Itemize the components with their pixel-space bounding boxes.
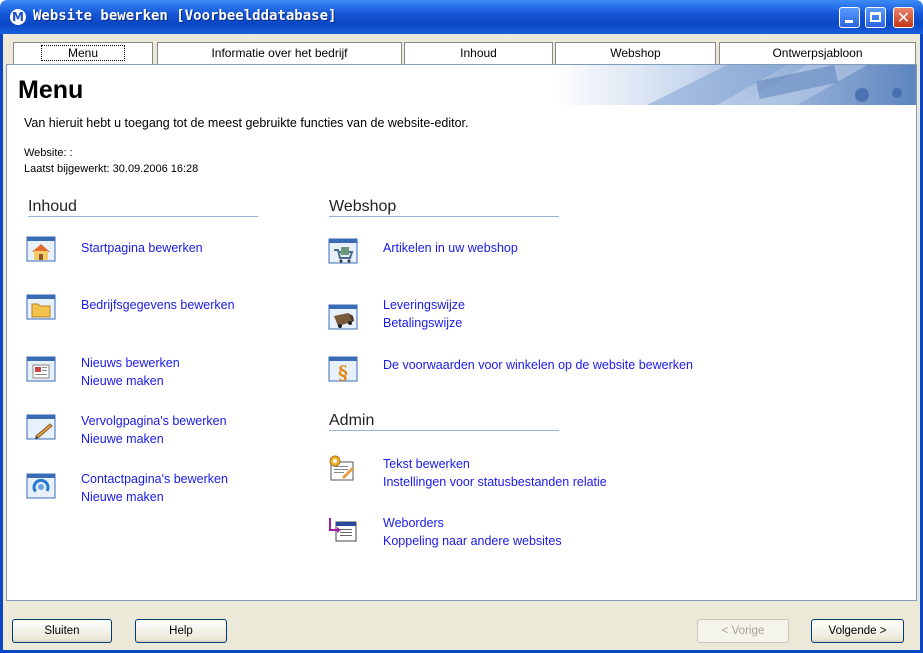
tab-label: Ontwerpsjabloon (772, 46, 863, 60)
tab-label: Menu (40, 45, 126, 61)
section-heading-webshop: Webshop (329, 198, 397, 215)
previous-button-label: < Vorige (721, 625, 765, 637)
help-button-label: Help (169, 625, 193, 637)
weborders-icon[interactable] (328, 516, 358, 542)
page-title: Menu (18, 76, 84, 104)
tab-webshop[interactable]: Webshop (555, 42, 716, 64)
section-divider (28, 216, 258, 217)
section-heading-inhoud: Inhoud (28, 198, 77, 215)
truck-icon[interactable] (328, 304, 358, 330)
website-label: Website: : (24, 147, 73, 159)
minimize-button[interactable] (839, 7, 860, 28)
svg-text:§: § (338, 362, 348, 382)
contact-icon[interactable] (26, 473, 56, 499)
link-weborders[interactable]: Weborders (383, 516, 444, 530)
tab-label: Informatie over het bedrijf (211, 46, 348, 60)
window-title: Website bewerken [Voorbeelddatabase] (33, 8, 337, 24)
close-button-label: Sluiten (44, 625, 80, 637)
section-heading-admin: Admin (329, 412, 375, 429)
link-bedrijfsgegevens-bewerken[interactable]: Bedrijfsgegevens bewerken (81, 298, 235, 312)
close-button[interactable]: Sluiten (12, 619, 112, 643)
tab-label: Inhoud (460, 46, 497, 60)
minimize-icon (845, 20, 853, 23)
link-contactpaginas-nieuwe-maken[interactable]: Nieuwe maken (81, 490, 164, 504)
close-window-button[interactable]: ✕ (893, 7, 914, 28)
last-updated-label: Laatst bijgewerkt: 30.09.2006 16:28 (24, 163, 199, 175)
settings-doc-icon[interactable] (328, 455, 358, 481)
app-logo-icon: M (10, 9, 26, 25)
link-contactpaginas-bewerken[interactable]: Contactpagina's bewerken (81, 472, 228, 486)
close-icon: ✕ (896, 8, 911, 27)
link-artikelen-webshop[interactable]: Artikelen in uw webshop (383, 241, 518, 255)
previous-button[interactable]: < Vorige (697, 619, 789, 643)
title-bar: M Website bewerken [Voorbeelddatabase] ✕ (0, 0, 923, 34)
newspaper-icon[interactable] (26, 356, 56, 382)
header-banner (7, 65, 916, 105)
next-button-label: Volgende > (828, 625, 887, 637)
house-icon[interactable] (26, 236, 56, 262)
intro-text: Van hieruit hebt u toegang tot de meest … (24, 116, 469, 130)
link-instellingen-statusbestanden[interactable]: Instellingen voor statusbestanden relati… (383, 475, 607, 489)
section-divider (329, 216, 559, 217)
link-leveringswijze[interactable]: Leveringswijze (383, 298, 465, 312)
maximize-icon (870, 12, 881, 22)
folder-icon[interactable] (26, 294, 56, 320)
link-nieuws-nieuwe-maken[interactable]: Nieuwe maken (81, 374, 164, 388)
section-divider (329, 430, 559, 431)
cart-icon[interactable] (328, 238, 358, 264)
tab-inhoud[interactable]: Inhoud (404, 42, 553, 64)
content-panel (6, 64, 917, 601)
link-nieuws-bewerken[interactable]: Nieuws bewerken (81, 356, 180, 370)
help-button[interactable]: Help (135, 619, 227, 643)
link-voorwaarden-winkelen[interactable]: De voorwaarden voor winkelen op de websi… (383, 358, 693, 372)
link-betalingswijze[interactable]: Betalingswijze (383, 316, 462, 330)
tab-bedrijfsinformatie[interactable]: Informatie over het bedrijf (157, 42, 402, 64)
maximize-button[interactable] (865, 7, 886, 28)
link-koppeling-websites[interactable]: Koppeling naar andere websites (383, 534, 562, 548)
paragraph-icon[interactable]: § (328, 356, 358, 382)
pen-page-icon[interactable] (26, 414, 56, 440)
banner-decoration (647, 65, 902, 105)
next-button[interactable]: Volgende > (811, 619, 904, 643)
link-tekst-bewerken[interactable]: Tekst bewerken (383, 457, 470, 471)
tab-ontwerpsjabloon[interactable]: Ontwerpsjabloon (719, 42, 916, 64)
link-vervolgpaginas-bewerken[interactable]: Vervolgpagina's bewerken (81, 414, 227, 428)
tab-label: Webshop (610, 46, 661, 60)
tab-menu[interactable]: Menu (13, 42, 153, 64)
link-startpagina-bewerken[interactable]: Startpagina bewerken (81, 241, 203, 255)
link-vervolgpaginas-nieuwe-maken[interactable]: Nieuwe maken (81, 432, 164, 446)
